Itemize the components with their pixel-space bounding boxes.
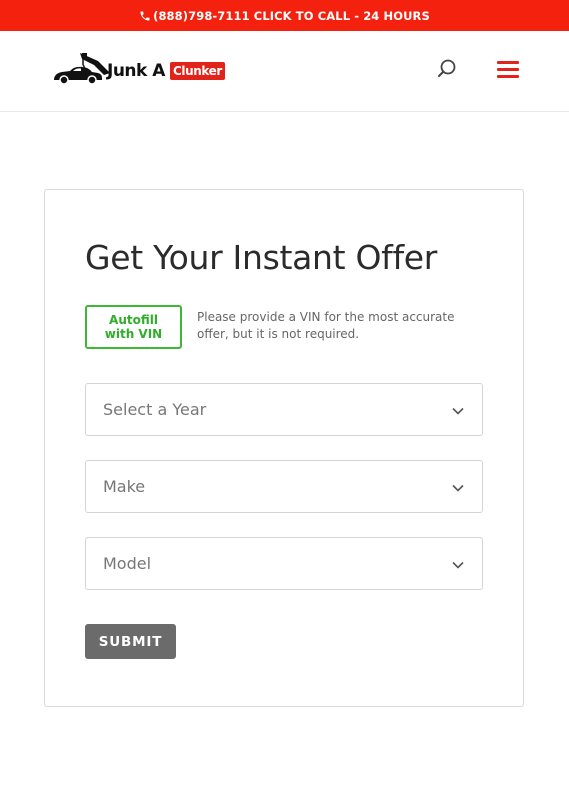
chevron-down-icon <box>452 407 464 415</box>
chevron-down-icon <box>452 484 464 492</box>
logo-text: Junk A <box>107 61 165 81</box>
submit-button[interactable]: SUBMIT <box>85 624 176 659</box>
top-call-bar: (888)798-7111 CLICK TO CALL - 24 HOURS <box>0 0 569 31</box>
year-select-label: Select a Year <box>103 400 207 419</box>
site-header: Junk A Clunker <box>0 31 569 112</box>
form-title: Get Your Instant Offer <box>85 238 438 277</box>
call-text: (888)798-7111 CLICK TO CALL - 24 HOURS <box>153 8 430 23</box>
chevron-down-icon <box>452 561 464 569</box>
vin-note: Please provide a VIN for the most accura… <box>197 310 455 341</box>
autofill-vin-label: Autofill with VIN <box>104 313 163 341</box>
phone-icon <box>139 10 151 22</box>
call-link[interactable]: (888)798-7111 CLICK TO CALL - 24 HOURS <box>139 9 430 23</box>
hamburger-menu-icon[interactable] <box>497 61 519 79</box>
autofill-vin-button[interactable]: Autofill with VIN <box>85 305 182 349</box>
model-select[interactable]: Model <box>85 537 483 590</box>
make-select-label: Make <box>103 477 146 496</box>
logo-badge: Clunker <box>170 62 225 80</box>
model-select-label: Model <box>103 554 152 573</box>
make-select[interactable]: Make <box>85 460 483 513</box>
tow-truck-logo-icon <box>54 53 110 85</box>
offer-form-card: Get Your Instant Offer Autofill with VIN… <box>44 189 524 707</box>
site-logo[interactable]: Junk A Clunker <box>52 49 227 85</box>
year-select[interactable]: Select a Year <box>85 383 483 436</box>
search-icon[interactable] <box>436 58 458 80</box>
